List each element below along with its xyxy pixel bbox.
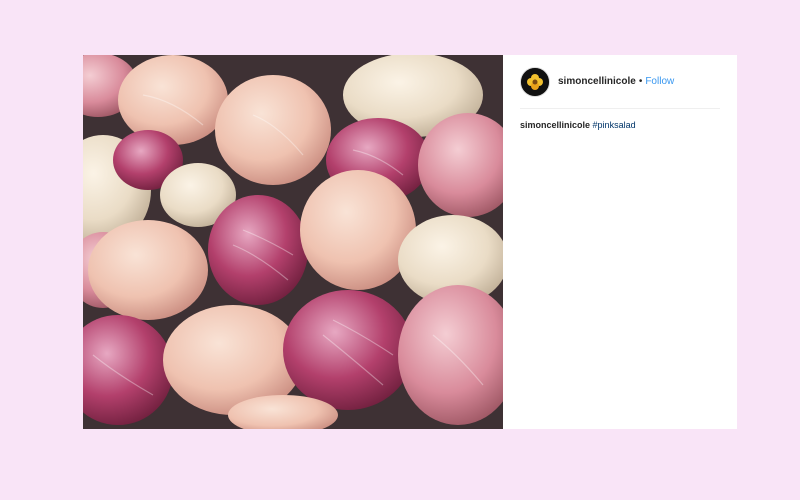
author-username[interactable]: simoncellinicole	[558, 76, 636, 87]
avatar[interactable]	[520, 66, 550, 97]
post-sidebar: simoncellinicole • Follow simoncellinico…	[503, 55, 737, 429]
post-image[interactable]	[83, 55, 503, 429]
follow-button[interactable]: Follow	[645, 76, 674, 87]
post-caption: simoncellinicole #pinksalad	[520, 119, 720, 131]
caption-username[interactable]: simoncellinicole	[520, 120, 590, 130]
caption-hashtag[interactable]: #pinksalad	[593, 120, 636, 130]
post-header: simoncellinicole • Follow	[520, 55, 720, 109]
radicchio-photo	[83, 55, 503, 429]
avatar-flower-icon	[521, 67, 549, 96]
separator-dot: •	[638, 76, 643, 87]
instagram-embed-post: simoncellinicole • Follow simoncellinico…	[83, 55, 737, 429]
